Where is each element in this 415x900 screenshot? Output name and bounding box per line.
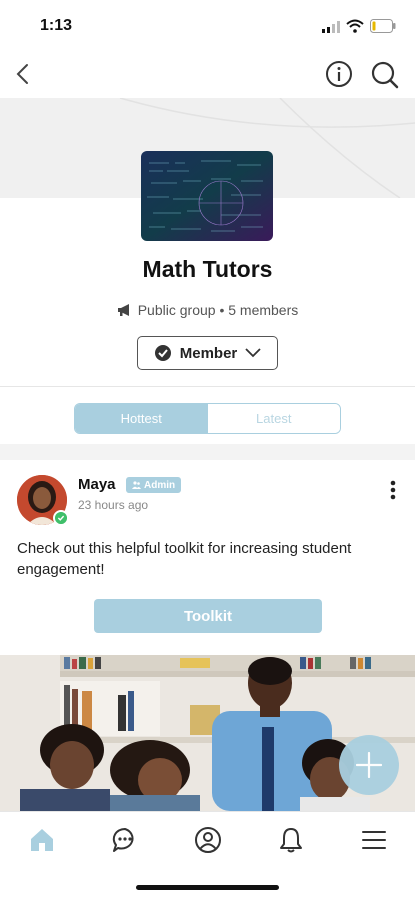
back-icon[interactable] (12, 62, 36, 86)
tab-hottest[interactable]: Hottest (75, 404, 208, 433)
home-indicator (136, 885, 279, 890)
cellular-signal-icon (322, 21, 340, 33)
megaphone-icon (117, 304, 129, 316)
post-body: Check out this helpful toolkit for incre… (17, 540, 352, 578)
search-icon[interactable] (370, 60, 400, 90)
tab-latest[interactable]: Latest (207, 404, 340, 433)
post-timestamp: 23 hours ago (78, 498, 149, 512)
group-title: Math Tutors (142, 256, 273, 282)
admin-badge-label: Admin (144, 479, 176, 491)
status-time: 1:13 (40, 17, 73, 34)
bell-icon[interactable] (277, 826, 305, 854)
battery-icon (370, 19, 396, 33)
check-circle-icon (154, 345, 171, 361)
toolkit-button[interactable]: Toolkit (94, 599, 322, 633)
profile-icon[interactable] (194, 826, 222, 854)
verified-badge-icon (53, 510, 69, 526)
group-privacy: Public group (137, 302, 216, 318)
admin-badge: Admin (126, 477, 182, 493)
section-divider (0, 444, 415, 460)
chat-icon[interactable] (111, 826, 139, 854)
group-meta: Public group • 5 members (0, 302, 415, 318)
group-photo (141, 151, 273, 241)
divider (0, 386, 415, 387)
meta-separator: • (219, 302, 225, 318)
menu-icon[interactable] (360, 826, 388, 854)
group-member-count[interactable]: 5 members (228, 302, 298, 318)
feed-tabs: Hottest Latest (74, 403, 341, 434)
home-icon[interactable] (28, 826, 56, 854)
plus-icon (356, 752, 382, 778)
group-icon (132, 481, 141, 489)
post-author[interactable]: Maya (78, 476, 116, 493)
wifi-icon (346, 19, 364, 33)
membership-button[interactable]: Member (137, 336, 278, 370)
membership-label: Member (179, 344, 238, 362)
info-icon[interactable] (325, 60, 353, 88)
status-bar: 1:13 (0, 0, 415, 52)
create-post-button[interactable] (339, 735, 399, 795)
chevron-down-icon (245, 348, 261, 358)
more-options-icon[interactable] (389, 479, 397, 501)
